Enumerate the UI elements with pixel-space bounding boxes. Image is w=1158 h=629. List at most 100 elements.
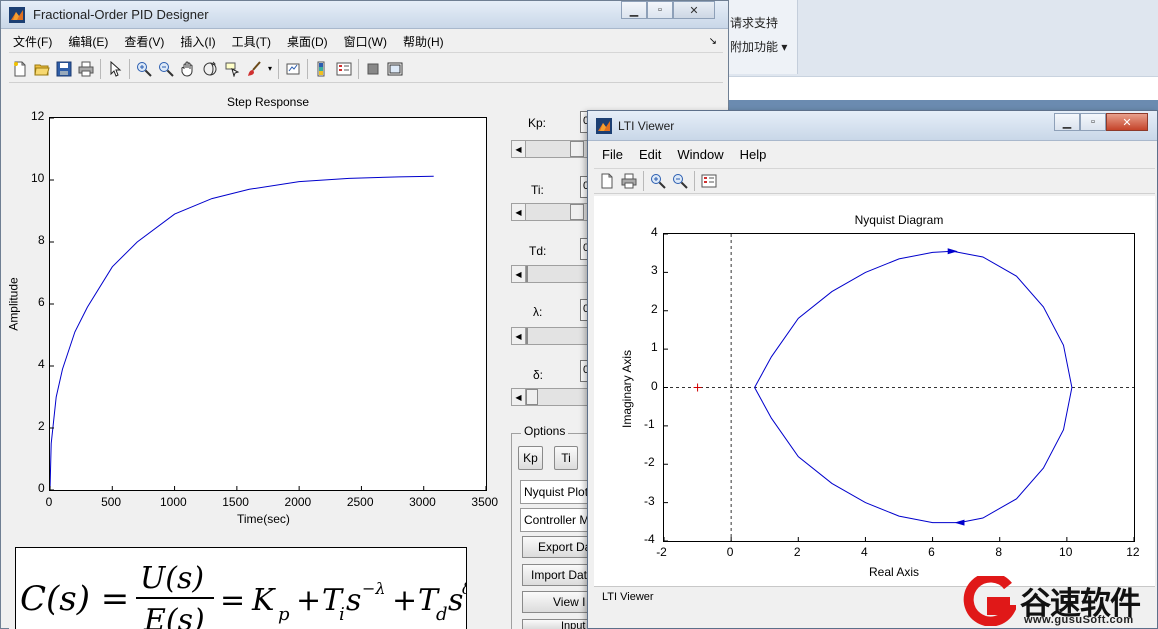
menu-insert[interactable]: 插入(I) <box>172 33 223 50</box>
formula-td-exp: δ <box>462 579 467 598</box>
ti-slider[interactable]: ◀ <box>511 203 591 221</box>
ribbon-item-support[interactable]: 请求支持 <box>730 14 778 31</box>
options-legend: Options <box>521 424 569 438</box>
lti-menu-window[interactable]: Window <box>669 147 731 162</box>
legend-button[interactable] <box>333 58 355 80</box>
hide-plot-tools-button[interactable] <box>362 58 384 80</box>
legend-icon <box>701 174 717 188</box>
save-button[interactable] <box>53 58 75 80</box>
menu-desktop[interactable]: 桌面(D) <box>279 33 336 50</box>
nyquist-axes[interactable] <box>663 233 1135 542</box>
toolbar-separator <box>129 58 130 79</box>
lti-zoom-out-button[interactable] <box>669 170 691 192</box>
lti-legend-button[interactable] <box>698 170 720 192</box>
critical-point-marker <box>693 383 702 392</box>
menu-tools[interactable]: 工具(T) <box>224 33 279 50</box>
delta-slider[interactable]: ◀ <box>511 388 591 406</box>
open-file-button[interactable] <box>31 58 53 80</box>
lti-close-button[interactable]: ✕ <box>1106 113 1148 131</box>
nyquist-y-tick-label: -2 <box>644 455 655 470</box>
lti-print-button[interactable] <box>618 170 640 192</box>
menu-file[interactable]: 文件(F) <box>9 33 60 50</box>
close-button[interactable]: ✕ <box>673 1 715 19</box>
slider-left-arrow-icon[interactable]: ◀ <box>512 389 526 405</box>
kp-toggle-button[interactable]: Kp <box>518 446 543 470</box>
data-cursor-button[interactable] <box>221 58 243 80</box>
view-button[interactable]: View I <box>522 591 591 613</box>
lti-menu-file[interactable]: File <box>594 147 631 162</box>
brush-dropdown[interactable]: ▾ <box>265 58 275 80</box>
menu-window[interactable]: 窗口(W) <box>336 33 395 50</box>
lambda-label: λ: <box>533 305 543 319</box>
step-x-tick-label: 3000 <box>409 495 436 509</box>
lti-minimize-button[interactable]: ▁ <box>1054 113 1080 131</box>
ti-slider-thumb[interactable] <box>570 204 584 220</box>
lti-menu-help[interactable]: Help <box>732 147 775 162</box>
gusu-logo-icon <box>963 576 1016 626</box>
brush-button[interactable] <box>243 58 265 80</box>
lti-maximize-button[interactable]: ▫ <box>1080 113 1106 131</box>
step-x-tick-label: 0 <box>45 495 53 509</box>
legend-icon <box>336 62 352 75</box>
nyquist-title: Nyquist Diagram <box>854 213 944 227</box>
import-data-button[interactable]: Import Data <box>522 564 591 586</box>
colorbar-icon <box>317 61 325 76</box>
new-file-icon <box>14 61 26 76</box>
input-data-button[interactable]: Input Your Data <box>522 619 591 629</box>
slider-left-arrow-icon[interactable]: ◀ <box>512 328 526 344</box>
zoom-in-icon <box>651 174 666 189</box>
slider-left-arrow-icon[interactable]: ◀ <box>512 204 526 220</box>
step-x-tick-label: 500 <box>101 495 122 509</box>
edit-plot-button[interactable] <box>104 58 126 80</box>
lti-new-button[interactable] <box>596 170 618 192</box>
zoom-in-button[interactable] <box>133 58 155 80</box>
step-response-axes[interactable] <box>49 117 487 491</box>
lti-menu-edit[interactable]: Edit <box>631 147 669 162</box>
colorbar-button[interactable] <box>311 58 333 80</box>
slider-left-arrow-icon[interactable]: ◀ <box>512 266 526 282</box>
maximize-button[interactable]: ▫ <box>647 1 673 19</box>
nyquist-x-tick-label: 8 <box>995 545 1002 559</box>
pan-button[interactable] <box>177 58 199 80</box>
nyquist-x-tick-label: 0 <box>726 545 734 559</box>
minimize-button[interactable]: ▁ <box>621 1 647 19</box>
lti-zoom-in-button[interactable] <box>647 170 669 192</box>
slider-left-arrow-icon[interactable]: ◀ <box>512 141 526 157</box>
nyquist-y-tick-label: 3 <box>651 263 658 278</box>
zoom-out-icon <box>673 174 688 189</box>
nyquist-x-tick-label: 6 <box>928 545 935 559</box>
formula-td-sub: d <box>436 604 448 625</box>
formula-ti-sub: i <box>339 604 345 625</box>
rotate-3d-button[interactable] <box>199 58 221 80</box>
export-data-button[interactable]: Export Data <box>522 536 591 558</box>
nyquist-y-tick-label: -1 <box>644 416 655 431</box>
formula-denominator: E(s) <box>143 603 205 629</box>
td-slider[interactable]: ◀ <box>511 265 591 283</box>
link-plot-button[interactable] <box>282 58 304 80</box>
nyquist-x-tick-label: 4 <box>861 545 868 559</box>
kp-slider[interactable]: ◀ <box>511 140 591 158</box>
menu-view[interactable]: 查看(V) <box>116 33 172 50</box>
delta-slider-thumb[interactable] <box>526 389 538 405</box>
hide-tools-icon <box>367 63 379 74</box>
matlab-icon <box>9 7 25 23</box>
new-figure-button[interactable] <box>9 58 31 80</box>
td-slider-thumb[interactable] <box>526 266 528 282</box>
lambda-slider-thumb[interactable] <box>526 328 528 344</box>
ribbon-strip <box>724 76 1158 100</box>
formula-ti-s: s <box>346 583 361 618</box>
controller-popup[interactable]: Controller M <box>520 508 591 532</box>
kp-slider-thumb[interactable] <box>570 141 584 157</box>
ribbon-item-addons[interactable]: 附加功能 ▾ <box>730 38 787 55</box>
plot-type-popup[interactable]: Nyquist Plot <box>520 480 591 504</box>
lti-title-bar: LTI Viewer ▁ ▫ ✕ <box>588 111 1157 141</box>
lambda-slider[interactable]: ◀ <box>511 327 591 345</box>
print-button[interactable] <box>75 58 97 80</box>
show-plot-tools-button[interactable] <box>384 58 406 80</box>
formula-plus-1: + <box>296 583 321 618</box>
zoom-out-button[interactable] <box>155 58 177 80</box>
menu-edit[interactable]: 编辑(E) <box>60 33 116 50</box>
menu-chevron-icon[interactable]: ↘ <box>709 36 723 47</box>
menu-help[interactable]: 帮助(H) <box>395 33 452 50</box>
ti-toggle-button[interactable]: Ti <box>554 446 578 470</box>
